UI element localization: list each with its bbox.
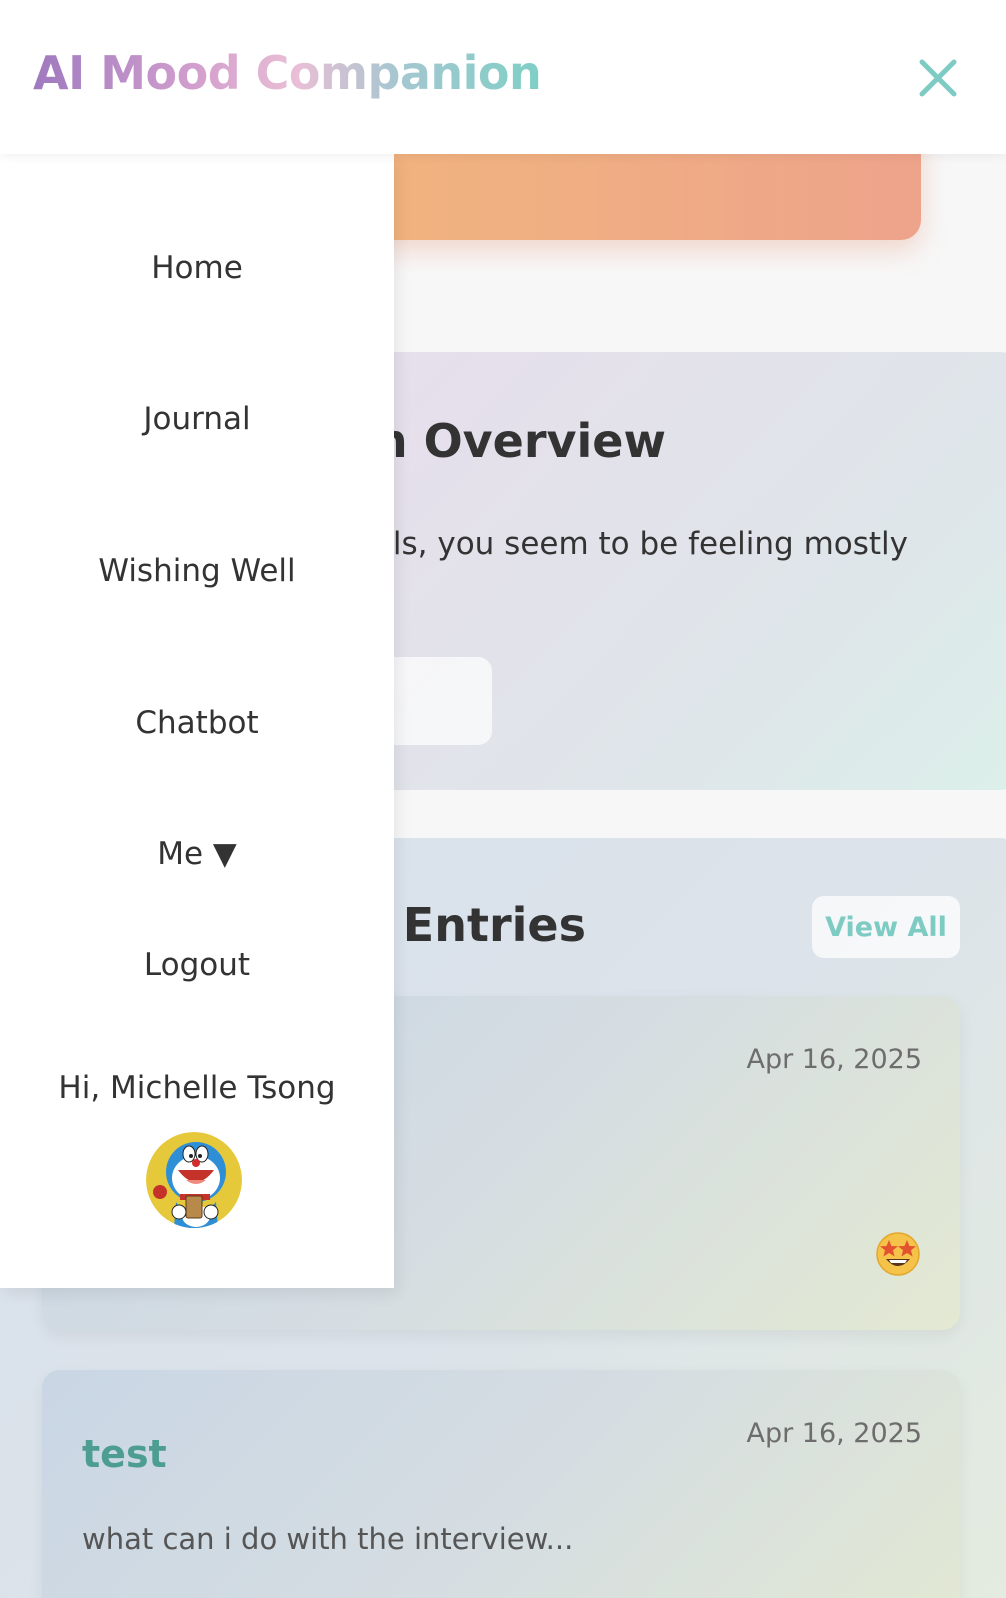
user-avatar[interactable]	[146, 1132, 242, 1228]
nav-item-wishing-well[interactable]: Wishing Well	[0, 553, 394, 589]
nav-item-logout[interactable]: Logout	[0, 947, 394, 983]
nav-item-home[interactable]: Home	[0, 250, 394, 286]
nav-item-journal[interactable]: Journal	[0, 401, 394, 437]
entry-date: Apr 16, 2025	[746, 1044, 922, 1075]
app-brand-title[interactable]: AI Mood Companion	[33, 46, 542, 100]
journal-entry-card[interactable]: Apr 16, 2025 test what can i do with the…	[42, 1370, 960, 1598]
entry-title: test	[82, 1432, 167, 1476]
star-struck-emoji-icon	[874, 1230, 922, 1276]
user-greeting: Hi, Michelle Tsong	[58, 1070, 336, 1106]
nav-drawer: Home Journal Wishing Well Chatbot Me ▼ L…	[0, 154, 394, 1288]
nav-item-me-dropdown[interactable]: Me ▼	[0, 836, 394, 872]
entry-snippet: what can i do with the interview...	[82, 1522, 574, 1556]
nav-item-chatbot[interactable]: Chatbot	[0, 705, 394, 741]
view-all-button[interactable]: View All	[812, 896, 960, 958]
close-icon[interactable]	[916, 56, 960, 100]
entry-date: Apr 16, 2025	[746, 1418, 922, 1449]
app-header: AI Mood Companion	[0, 0, 1006, 154]
